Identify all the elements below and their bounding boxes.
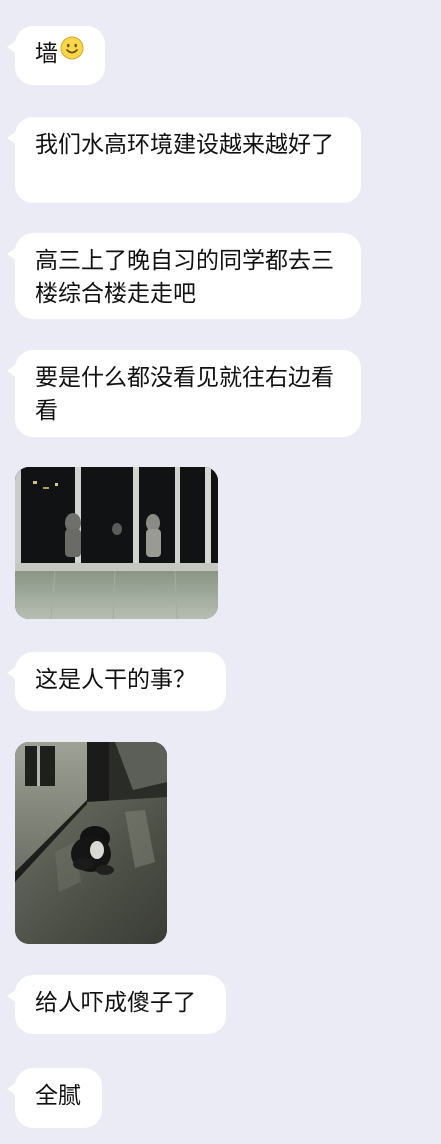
message-text: 墙 [35, 41, 58, 67]
message-bubble-5[interactable]: 这是人干的事？ [7, 652, 226, 711]
message-text: 这是人干的事？ [35, 667, 196, 693]
smile-emoji-icon [60, 36, 84, 70]
photo-window-night-image [15, 467, 218, 619]
message-bubble-2[interactable]: 我们水高环境建设越来越好了 [7, 117, 361, 203]
message-bubble-1[interactable]: 墙 [7, 26, 105, 85]
message-bubble-7[interactable]: 全腻 [7, 1068, 102, 1128]
message-bubble-6[interactable]: 给人吓成傻子了 [7, 975, 226, 1034]
message-text: 给人吓成傻子了 [35, 990, 196, 1016]
message-text: 全腻 [35, 1083, 81, 1109]
photo-corridor-image [15, 742, 167, 944]
message-text: 要是什么都没看见就往右边看看 [35, 365, 334, 424]
message-text: 高三上了晚自习的同学都去三楼综合楼走走吧 [35, 248, 334, 307]
photo-corridor-crouching-figure[interactable] [15, 742, 167, 944]
photo-window-night[interactable] [15, 467, 218, 619]
message-bubble-4[interactable]: 要是什么都没看见就往右边看看 [7, 350, 361, 437]
message-bubble-3[interactable]: 高三上了晚自习的同学都去三楼综合楼走走吧 [7, 233, 361, 319]
message-text: 我们水高环境建设越来越好了 [35, 132, 334, 158]
